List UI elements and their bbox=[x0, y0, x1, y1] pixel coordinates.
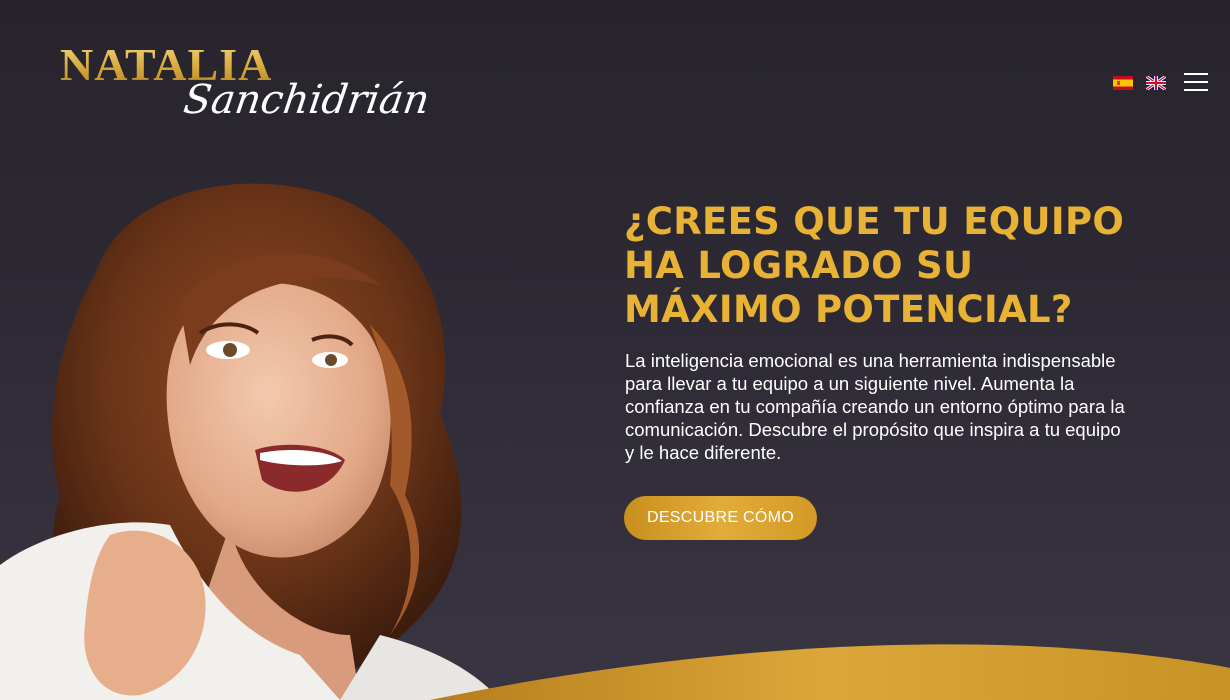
menu-bar bbox=[1184, 89, 1208, 91]
uk-flag-icon[interactable] bbox=[1146, 76, 1166, 90]
logo-last-name: Sanchidrián bbox=[180, 77, 433, 123]
hero-headline: ¿CREES QUE TU EQUIPO HA LOGRADO SU MÁXIM… bbox=[624, 200, 1125, 331]
decorative-wave bbox=[430, 644, 1230, 700]
menu-bar bbox=[1184, 73, 1208, 75]
portrait-image bbox=[0, 183, 500, 700]
menu-bar bbox=[1184, 81, 1208, 83]
discover-how-button[interactable]: DESCUBRE CÓMO bbox=[624, 496, 817, 540]
hamburger-menu-icon[interactable] bbox=[1184, 73, 1208, 93]
spain-flag-icon[interactable] bbox=[1113, 76, 1133, 90]
brand-logo[interactable]: NATALIA Sanchidrián bbox=[60, 42, 432, 126]
hero-description: La inteligencia emocional es una herrami… bbox=[625, 350, 1125, 463]
